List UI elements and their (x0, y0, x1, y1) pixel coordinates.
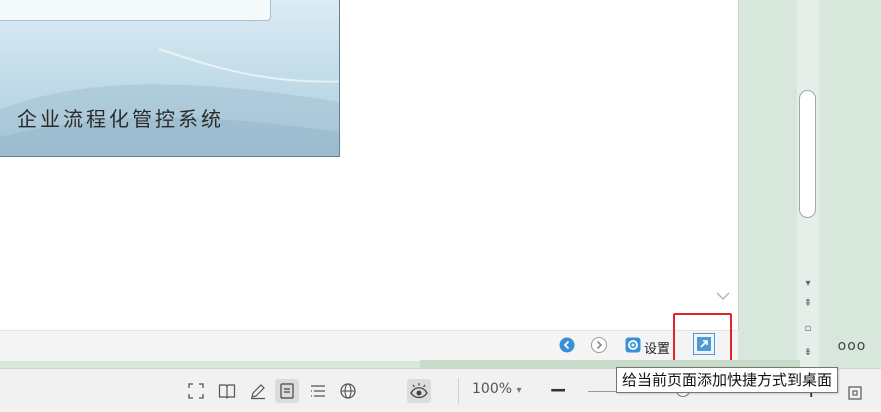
scroll-down-small-icon[interactable]: ▾ (801, 277, 815, 291)
scrollbar-thumb[interactable] (799, 90, 816, 218)
status-divider (458, 378, 459, 404)
document-page: 企业流程化管控系统 (0, 0, 739, 330)
web-view-icon[interactable] (336, 379, 360, 403)
slide-background-wave (0, 48, 339, 156)
slide-title: 企业流程化管控系统 (17, 107, 224, 131)
settings-gear-icon[interactable] (624, 336, 642, 354)
forward-circle-icon[interactable] (590, 336, 608, 354)
zoom-out-button[interactable]: − (549, 378, 567, 403)
tooltip: 给当前页面添加快捷方式到桌面 (616, 367, 839, 393)
fullscreen-icon[interactable] (184, 379, 208, 403)
chevron-down-icon[interactable] (714, 287, 732, 305)
outline-view-icon[interactable] (306, 379, 330, 403)
page-select-icon[interactable]: ▫ (801, 322, 815, 336)
reading-mode-icon[interactable] (215, 379, 239, 403)
slide-header-box (0, 0, 271, 21)
more-options-button[interactable]: ooo (835, 333, 869, 359)
back-circle-icon[interactable] (558, 336, 576, 354)
zoom-value: 100% (472, 381, 513, 397)
previous-page-icon[interactable]: ⇞ (801, 297, 815, 311)
eye-protection-icon[interactable] (407, 379, 431, 403)
highlight-annotation-box (673, 313, 732, 365)
slide-thumbnail[interactable]: 企业流程化管控系统 (0, 0, 340, 157)
fit-window-icon[interactable] (846, 384, 864, 406)
zoom-select[interactable]: 100% ▾ (472, 381, 522, 397)
next-page-icon[interactable]: ⇟ (801, 346, 815, 360)
annotate-pen-icon[interactable] (246, 379, 270, 403)
settings-label[interactable]: 设置 (644, 338, 670, 357)
chevron-down-icon: ▾ (516, 385, 522, 396)
page-view-icon[interactable] (275, 379, 299, 403)
